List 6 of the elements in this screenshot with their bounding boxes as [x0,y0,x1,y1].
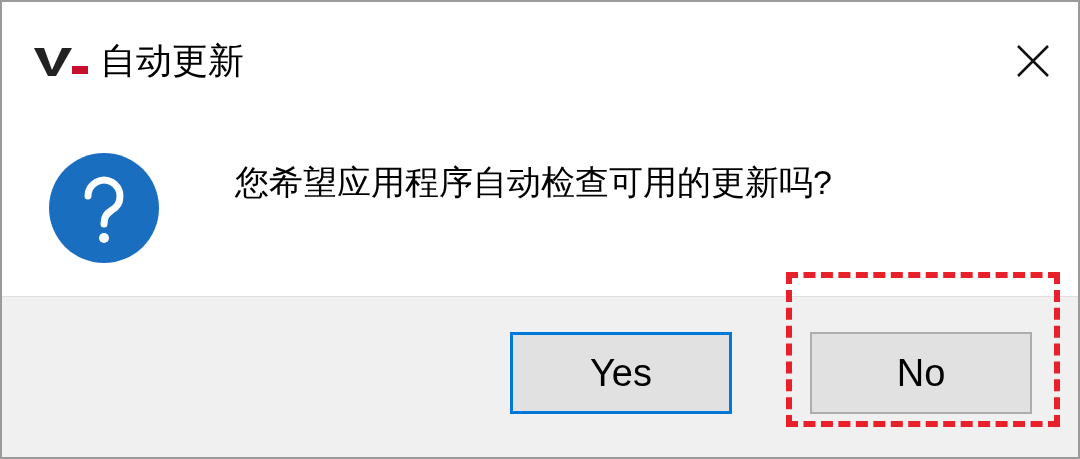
dialog-button[interactable]: Yes [510,332,732,414]
message-text: 您希望应用程序自动检查可用的更新吗? [235,162,832,203]
close-icon[interactable] [1016,44,1050,78]
dialog-button[interactable]: No [810,332,1032,414]
question-icon [48,152,160,264]
window-title: 自动更新 [100,38,245,83]
